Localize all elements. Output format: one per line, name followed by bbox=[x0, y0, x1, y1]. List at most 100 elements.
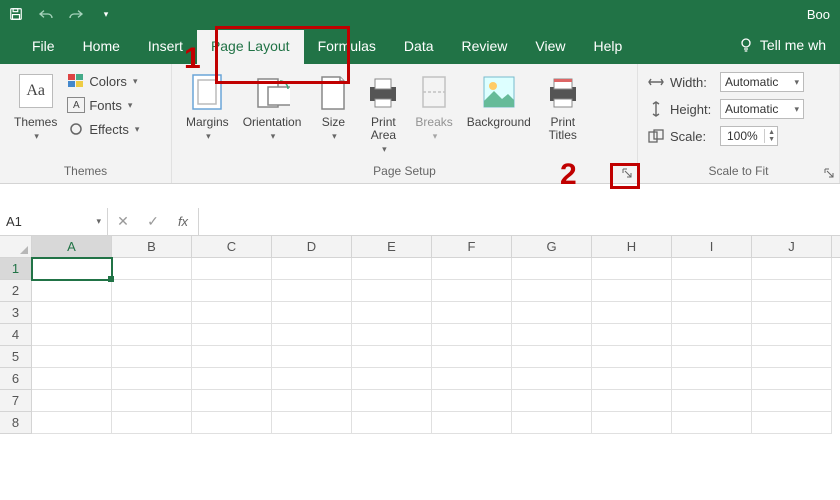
cell-D5[interactable] bbox=[272, 346, 352, 368]
cell-C8[interactable] bbox=[192, 412, 272, 434]
cell-H4[interactable] bbox=[592, 324, 672, 346]
cell-G7[interactable] bbox=[512, 390, 592, 412]
cell-H8[interactable] bbox=[592, 412, 672, 434]
tab-page-layout[interactable]: Page Layout bbox=[197, 30, 304, 64]
scale-to-fit-dialog-launcher[interactable] bbox=[821, 165, 837, 181]
cell-B4[interactable] bbox=[112, 324, 192, 346]
cell-G1[interactable] bbox=[512, 258, 592, 280]
cell-I6[interactable] bbox=[672, 368, 752, 390]
cell-A3[interactable] bbox=[32, 302, 112, 324]
row-header-7[interactable]: 7 bbox=[0, 390, 32, 412]
print-area-button[interactable]: Print Area▾ bbox=[359, 68, 407, 155]
cell-C4[interactable] bbox=[192, 324, 272, 346]
cell-J7[interactable] bbox=[752, 390, 832, 412]
breaks-button[interactable]: Breaks▾ bbox=[409, 68, 458, 142]
fonts-button[interactable]: A Fonts▾ bbox=[65, 96, 141, 114]
cell-E5[interactable] bbox=[352, 346, 432, 368]
cell-A1[interactable] bbox=[32, 258, 112, 280]
column-header-B[interactable]: B bbox=[112, 236, 192, 257]
column-header-I[interactable]: I bbox=[672, 236, 752, 257]
cell-I3[interactable] bbox=[672, 302, 752, 324]
cell-B1[interactable] bbox=[112, 258, 192, 280]
cell-A2[interactable] bbox=[32, 280, 112, 302]
cell-J6[interactable] bbox=[752, 368, 832, 390]
cell-H6[interactable] bbox=[592, 368, 672, 390]
background-button[interactable]: Background bbox=[461, 68, 537, 129]
cell-B8[interactable] bbox=[112, 412, 192, 434]
column-header-G[interactable]: G bbox=[512, 236, 592, 257]
cell-B7[interactable] bbox=[112, 390, 192, 412]
cell-F8[interactable] bbox=[432, 412, 512, 434]
cell-I5[interactable] bbox=[672, 346, 752, 368]
cell-I4[interactable] bbox=[672, 324, 752, 346]
cell-B5[interactable] bbox=[112, 346, 192, 368]
width-dropdown[interactable]: Automatic▾ bbox=[720, 72, 804, 92]
qat-customize[interactable]: ▾ bbox=[96, 4, 116, 24]
column-header-E[interactable]: E bbox=[352, 236, 432, 257]
save-button[interactable] bbox=[6, 4, 26, 24]
tab-help[interactable]: Help bbox=[580, 30, 637, 64]
select-all-corner[interactable] bbox=[0, 236, 32, 257]
orientation-button[interactable]: Orientation▾ bbox=[237, 68, 308, 142]
cell-G8[interactable] bbox=[512, 412, 592, 434]
row-header-6[interactable]: 6 bbox=[0, 368, 32, 390]
cell-C7[interactable] bbox=[192, 390, 272, 412]
cell-A5[interactable] bbox=[32, 346, 112, 368]
cell-F1[interactable] bbox=[432, 258, 512, 280]
cell-I8[interactable] bbox=[672, 412, 752, 434]
row-header-4[interactable]: 4 bbox=[0, 324, 32, 346]
row-header-8[interactable]: 8 bbox=[0, 412, 32, 434]
cell-I2[interactable] bbox=[672, 280, 752, 302]
cell-B2[interactable] bbox=[112, 280, 192, 302]
cell-H5[interactable] bbox=[592, 346, 672, 368]
size-button[interactable]: Size▾ bbox=[309, 68, 357, 142]
row-header-3[interactable]: 3 bbox=[0, 302, 32, 324]
cell-G4[interactable] bbox=[512, 324, 592, 346]
cell-E8[interactable] bbox=[352, 412, 432, 434]
cell-G3[interactable] bbox=[512, 302, 592, 324]
cell-J4[interactable] bbox=[752, 324, 832, 346]
tell-me-search[interactable]: Tell me wh bbox=[732, 36, 832, 64]
tab-insert[interactable]: Insert bbox=[134, 30, 197, 64]
cell-J5[interactable] bbox=[752, 346, 832, 368]
tab-home[interactable]: Home bbox=[69, 30, 134, 64]
column-header-D[interactable]: D bbox=[272, 236, 352, 257]
cell-E6[interactable] bbox=[352, 368, 432, 390]
cell-A6[interactable] bbox=[32, 368, 112, 390]
cell-D4[interactable] bbox=[272, 324, 352, 346]
cell-E7[interactable] bbox=[352, 390, 432, 412]
cell-B6[interactable] bbox=[112, 368, 192, 390]
tab-view[interactable]: View bbox=[521, 30, 579, 64]
page-setup-dialog-launcher[interactable] bbox=[619, 165, 635, 181]
cell-A4[interactable] bbox=[32, 324, 112, 346]
cell-D6[interactable] bbox=[272, 368, 352, 390]
row-header-1[interactable]: 1 bbox=[0, 258, 32, 280]
cell-D2[interactable] bbox=[272, 280, 352, 302]
cell-C1[interactable] bbox=[192, 258, 272, 280]
cell-F5[interactable] bbox=[432, 346, 512, 368]
cell-F7[interactable] bbox=[432, 390, 512, 412]
row-header-5[interactable]: 5 bbox=[0, 346, 32, 368]
tab-formulas[interactable]: Formulas bbox=[304, 30, 390, 64]
row-header-2[interactable]: 2 bbox=[0, 280, 32, 302]
undo-button[interactable] bbox=[36, 4, 56, 24]
cell-H7[interactable] bbox=[592, 390, 672, 412]
cell-A7[interactable] bbox=[32, 390, 112, 412]
column-header-F[interactable]: F bbox=[432, 236, 512, 257]
cell-D3[interactable] bbox=[272, 302, 352, 324]
column-header-A[interactable]: A bbox=[32, 236, 112, 257]
cell-G6[interactable] bbox=[512, 368, 592, 390]
cell-G5[interactable] bbox=[512, 346, 592, 368]
enter-formula-button[interactable]: ✓ bbox=[138, 213, 168, 230]
tab-data[interactable]: Data bbox=[390, 30, 448, 64]
height-dropdown[interactable]: Automatic▾ bbox=[720, 99, 804, 119]
cell-E3[interactable] bbox=[352, 302, 432, 324]
colors-button[interactable]: Colors▾ bbox=[65, 72, 141, 90]
cell-H3[interactable] bbox=[592, 302, 672, 324]
cell-H2[interactable] bbox=[592, 280, 672, 302]
cell-H1[interactable] bbox=[592, 258, 672, 280]
insert-function-button[interactable]: fx bbox=[168, 214, 198, 229]
cell-A8[interactable] bbox=[32, 412, 112, 434]
cell-F6[interactable] bbox=[432, 368, 512, 390]
cell-B3[interactable] bbox=[112, 302, 192, 324]
